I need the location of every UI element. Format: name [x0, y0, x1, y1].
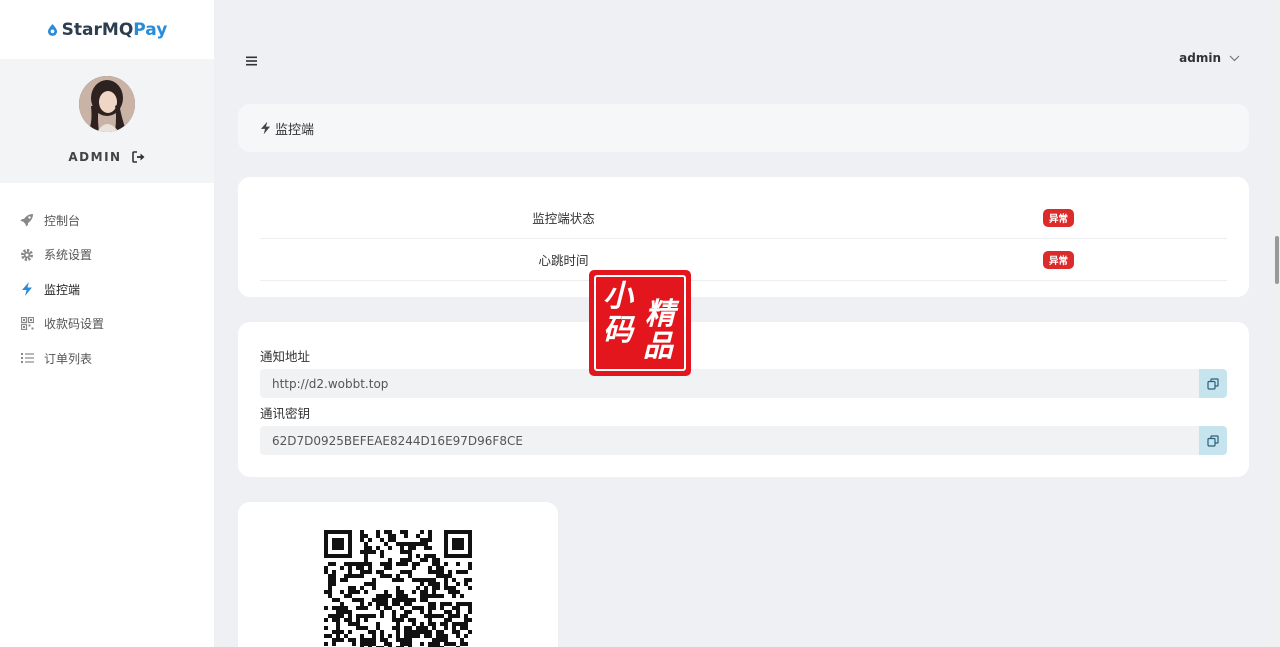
sidebar: StarMQ Pay ADMIN 控制台 系统设置 监控端 收款码设置 订单列表: [0, 0, 214, 647]
status-row-monitor: 监控端状态 异常: [260, 197, 1227, 239]
seal-char: 精: [645, 297, 675, 332]
qr-code-image: [324, 530, 472, 647]
sidebar-item-qrcode-settings[interactable]: 收款码设置: [0, 307, 214, 342]
notify-url-input[interactable]: [260, 369, 1199, 398]
list-icon: [20, 351, 34, 365]
avatar[interactable]: [79, 76, 135, 132]
qrcode-icon: [20, 317, 34, 331]
sidebar-item-label: 收款码设置: [44, 317, 105, 332]
notify-key-group: [260, 426, 1227, 455]
monitor-status-card: 监控端状态 异常 心跳时间 异常: [238, 177, 1249, 297]
user-menu-name: admin: [1179, 51, 1221, 65]
sidebar-item-label: 监控端: [44, 282, 81, 297]
page-title-card: 监控端: [238, 104, 1249, 152]
scroll-thumb[interactable]: [1275, 236, 1279, 284]
seal-char: 码: [603, 313, 633, 348]
page-scrollbar[interactable]: [1274, 0, 1280, 647]
notify-url-label: 通知地址: [260, 348, 311, 364]
profile-name-row: ADMIN: [68, 150, 145, 164]
sidebar-item-monitor[interactable]: 监控端: [0, 272, 214, 307]
profile-panel: ADMIN: [0, 59, 214, 183]
copy-url-button[interactable]: [1199, 369, 1227, 398]
gear-icon: [20, 248, 34, 262]
brand-logo[interactable]: StarMQ Pay: [0, 0, 214, 59]
status-badge: 异常: [1043, 250, 1075, 269]
sidebar-item-orders[interactable]: 订单列表: [0, 341, 214, 376]
profile-username: ADMIN: [68, 150, 122, 164]
notify-url-group: [260, 369, 1227, 398]
status-badge: 异常: [1043, 208, 1075, 227]
notify-key-label: 通讯密钥: [260, 405, 311, 421]
seal-char: 品: [643, 329, 673, 364]
sidebar-item-label: 控制台: [44, 213, 81, 228]
sidebar-menu: 控制台 系统设置 监控端 收款码设置 订单列表: [0, 183, 214, 376]
status-label: 心跳时间: [538, 253, 589, 268]
copy-key-button[interactable]: [1199, 426, 1227, 455]
status-row-heartbeat: 心跳时间 异常: [260, 239, 1227, 281]
page-title: 监控端: [275, 122, 315, 138]
sidebar-item-dashboard[interactable]: 控制台: [0, 203, 214, 238]
bolt-icon: [20, 282, 34, 297]
chevron-down-icon: [1229, 55, 1240, 61]
copy-icon: [1207, 377, 1219, 390]
seal-char: 小: [603, 279, 633, 314]
sidebar-item-settings[interactable]: 系统设置: [0, 238, 214, 273]
sidebar-item-label: 订单列表: [44, 351, 93, 366]
menu-toggle-icon[interactable]: [246, 52, 260, 66]
qr-code-card: [238, 502, 558, 647]
user-menu[interactable]: admin: [1179, 51, 1240, 65]
brand-name-part1: StarMQ: [61, 19, 134, 40]
notify-key-input[interactable]: [260, 426, 1199, 455]
brand-name-part2: Pay: [133, 19, 168, 40]
watermark-seal: 小 精 码 品: [589, 270, 691, 376]
drop-icon: [47, 24, 57, 36]
rocket-icon: [20, 213, 34, 227]
bolt-icon: [260, 121, 271, 135]
logout-icon[interactable]: [131, 151, 146, 163]
copy-icon: [1207, 434, 1219, 447]
status-label: 监控端状态: [532, 211, 595, 226]
sidebar-item-label: 系统设置: [44, 248, 93, 263]
notify-settings-card: 通知地址 通讯密钥: [238, 322, 1249, 477]
